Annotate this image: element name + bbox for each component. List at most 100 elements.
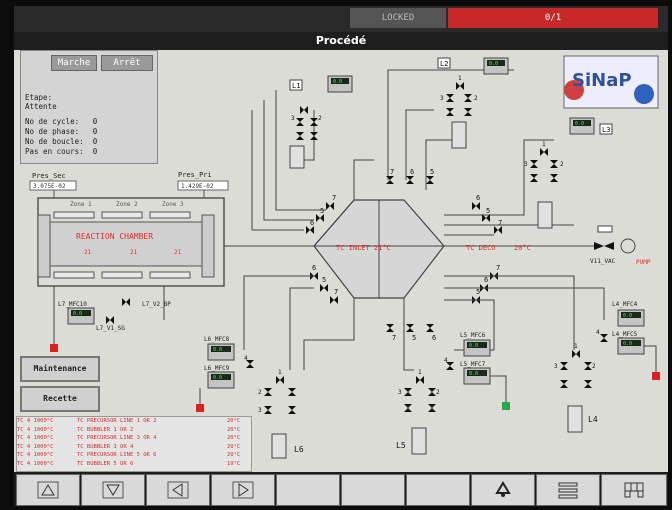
svg-text:3: 3: [524, 161, 528, 168]
alarm-row[interactable]: TC 4 1000°C TC PRECURSOR LINE 1 OR 2 20°C: [17, 417, 251, 426]
nav-up-button[interactable]: [16, 474, 80, 506]
svg-text:5: 5: [486, 207, 490, 215]
svg-text:0.0: 0.0: [623, 313, 632, 319]
green-indicator: [502, 402, 510, 410]
svg-text:5: 5: [412, 334, 416, 342]
sinap-logo: SiNaP: [563, 55, 659, 109]
svg-text:2: 2: [436, 389, 440, 396]
svg-text:0.0: 0.0: [213, 375, 222, 381]
svg-text:7: 7: [390, 168, 394, 176]
alarm-row[interactable]: TC 4 1000°C TC BUBBLER 3 OR 4 20°C: [17, 443, 251, 452]
triangle-left-icon: [167, 481, 189, 499]
svg-text:7: 7: [334, 288, 338, 296]
tc-inlet: TC INLET 21°C: [336, 244, 391, 252]
nav-blank-button[interactable]: [341, 474, 405, 506]
triangle-right-icon: [232, 481, 254, 499]
pump-icon[interactable]: [620, 238, 636, 254]
alarm-list[interactable]: TC 4 1000°C TC PRECURSOR LINE 1 OR 2 20°C …: [16, 416, 252, 472]
recycle-button[interactable]: [471, 474, 535, 506]
zone-label: Zone 2: [116, 201, 138, 208]
vac-valve-label: V11_VAC: [590, 258, 616, 265]
nav-blank-button[interactable]: [406, 474, 470, 506]
manifold-hexagon: TC INLET 21°C: [313, 199, 445, 299]
grid-button[interactable]: [601, 474, 667, 506]
svg-text:4: 4: [444, 357, 448, 364]
nav-right-button[interactable]: [211, 474, 275, 506]
nav-left-button[interactable]: [146, 474, 210, 506]
svg-text:0.0: 0.0: [469, 371, 478, 377]
alarm-row[interactable]: TC 4 1000°C TC PRECURSOR LINE 3 OR 4 20°C: [17, 434, 251, 443]
triangle-down-icon: [102, 481, 124, 499]
svg-text:L5_MFC6: L5_MFC6: [460, 332, 486, 339]
grid-icon: [624, 482, 644, 498]
svg-text:0.0: 0.0: [575, 121, 584, 127]
nav-blank-button[interactable]: [276, 474, 340, 506]
svg-text:L5: L5: [396, 441, 406, 450]
red-indicator: [652, 372, 660, 380]
svg-text:6: 6: [310, 219, 314, 227]
svg-text:1: 1: [574, 343, 578, 350]
svg-text:3: 3: [554, 363, 558, 370]
svg-text:0.0: 0.0: [73, 311, 82, 317]
svg-text:6: 6: [410, 168, 414, 176]
svg-text:7: 7: [332, 194, 336, 202]
svg-text:3: 3: [258, 407, 262, 414]
svg-text:0.0: 0.0: [213, 347, 222, 353]
svg-text:5: 5: [320, 207, 324, 215]
alarm-row[interactable]: TC 4 1000°C TC PRECURSOR LINE 5 OR 6 20°C: [17, 451, 251, 460]
list-button[interactable]: [536, 474, 600, 506]
svg-text:2: 2: [318, 115, 322, 122]
svg-text:L7_MFC10: L7_MFC10: [58, 301, 87, 308]
reaction-chamber: Pres_Sec 3.075E-02 Pres_Pri 1.429E-02 Zo…: [29, 171, 229, 287]
svg-text:7: 7: [392, 334, 396, 342]
svg-text:L2: L2: [440, 60, 448, 68]
zone-temp: 21: [84, 249, 92, 256]
alarm-banner[interactable]: 0/1: [448, 8, 658, 28]
pres-sec-label: Pres_Sec: [32, 172, 66, 180]
line-l4: L4_MFC4 0.0 L4_MFC5 0.0 4 1 3 2 L4: [554, 301, 660, 433]
alarm-row[interactable]: TC 4 1000°C TC BUBBLER 1 OR 2 20°C: [17, 426, 251, 435]
svg-text:0.0: 0.0: [623, 341, 632, 347]
svg-text:L4_MFC5: L4_MFC5: [612, 331, 638, 338]
svg-text:0.0: 0.0: [469, 343, 478, 349]
zone-label: Zone 1: [70, 201, 92, 208]
svg-text:L3: L3: [602, 126, 610, 134]
top-status-bar: LOCKED 0/1: [14, 6, 668, 32]
svg-text:L6: L6: [294, 445, 304, 454]
svg-text:4: 4: [596, 329, 600, 336]
pres-pri-label: Pres_Pri: [178, 171, 212, 179]
svg-text:0.0: 0.0: [489, 61, 498, 67]
svg-text:6: 6: [484, 276, 488, 284]
svg-text:L5_MFC7: L5_MFC7: [460, 361, 486, 368]
hmi-screen: LOCKED 0/1 Procédé Marche Arrêt Etape: A…: [14, 6, 668, 506]
tc-deco-temp: 20°C: [514, 244, 531, 252]
svg-text:6: 6: [432, 334, 436, 342]
locked-indicator[interactable]: LOCKED: [350, 8, 446, 28]
svg-text:2: 2: [474, 95, 478, 102]
red-indicator: [196, 404, 204, 412]
svg-text:L4_MFC4: L4_MFC4: [612, 301, 638, 308]
svg-text:L6_MFC8: L6_MFC8: [204, 336, 230, 343]
line-l7: L7_MFC10 0.0 L7_V2_BP L7_V1_SG: [50, 286, 171, 352]
page-title: Procédé: [14, 32, 668, 50]
line-l2: L2 0.0 1 3 2: [437, 57, 509, 149]
nav-down-button[interactable]: [81, 474, 145, 506]
recette-button[interactable]: Recette: [20, 386, 100, 412]
svg-text:L6_MFC9: L6_MFC9: [204, 365, 230, 372]
alarm-row[interactable]: TC 4 1000°C TC BUBBLER 5 OR 6 19°C: [17, 460, 251, 469]
triangle-up-icon: [37, 481, 59, 499]
tc-deco-label: TC DECO: [466, 244, 496, 252]
line-l3: L3 0.0 1 3 2: [524, 117, 613, 229]
svg-text:4: 4: [244, 355, 248, 362]
svg-text:2: 2: [560, 161, 564, 168]
pres-sec-value: 3.075E-02: [33, 183, 66, 190]
process-diagram: Pres_Sec 3.075E-02 Pres_Pri 1.429E-02 Zo…: [29, 55, 660, 459]
pump-label: PUMP: [636, 259, 651, 266]
svg-text:6: 6: [312, 264, 316, 272]
vac-valve[interactable]: [594, 225, 614, 250]
maintenance-button[interactable]: Maintenance: [20, 356, 100, 382]
pres-pri-value: 1.429E-02: [181, 183, 214, 190]
svg-text:1: 1: [278, 369, 282, 376]
list-icon: [558, 482, 578, 499]
svg-text:6: 6: [476, 194, 480, 202]
